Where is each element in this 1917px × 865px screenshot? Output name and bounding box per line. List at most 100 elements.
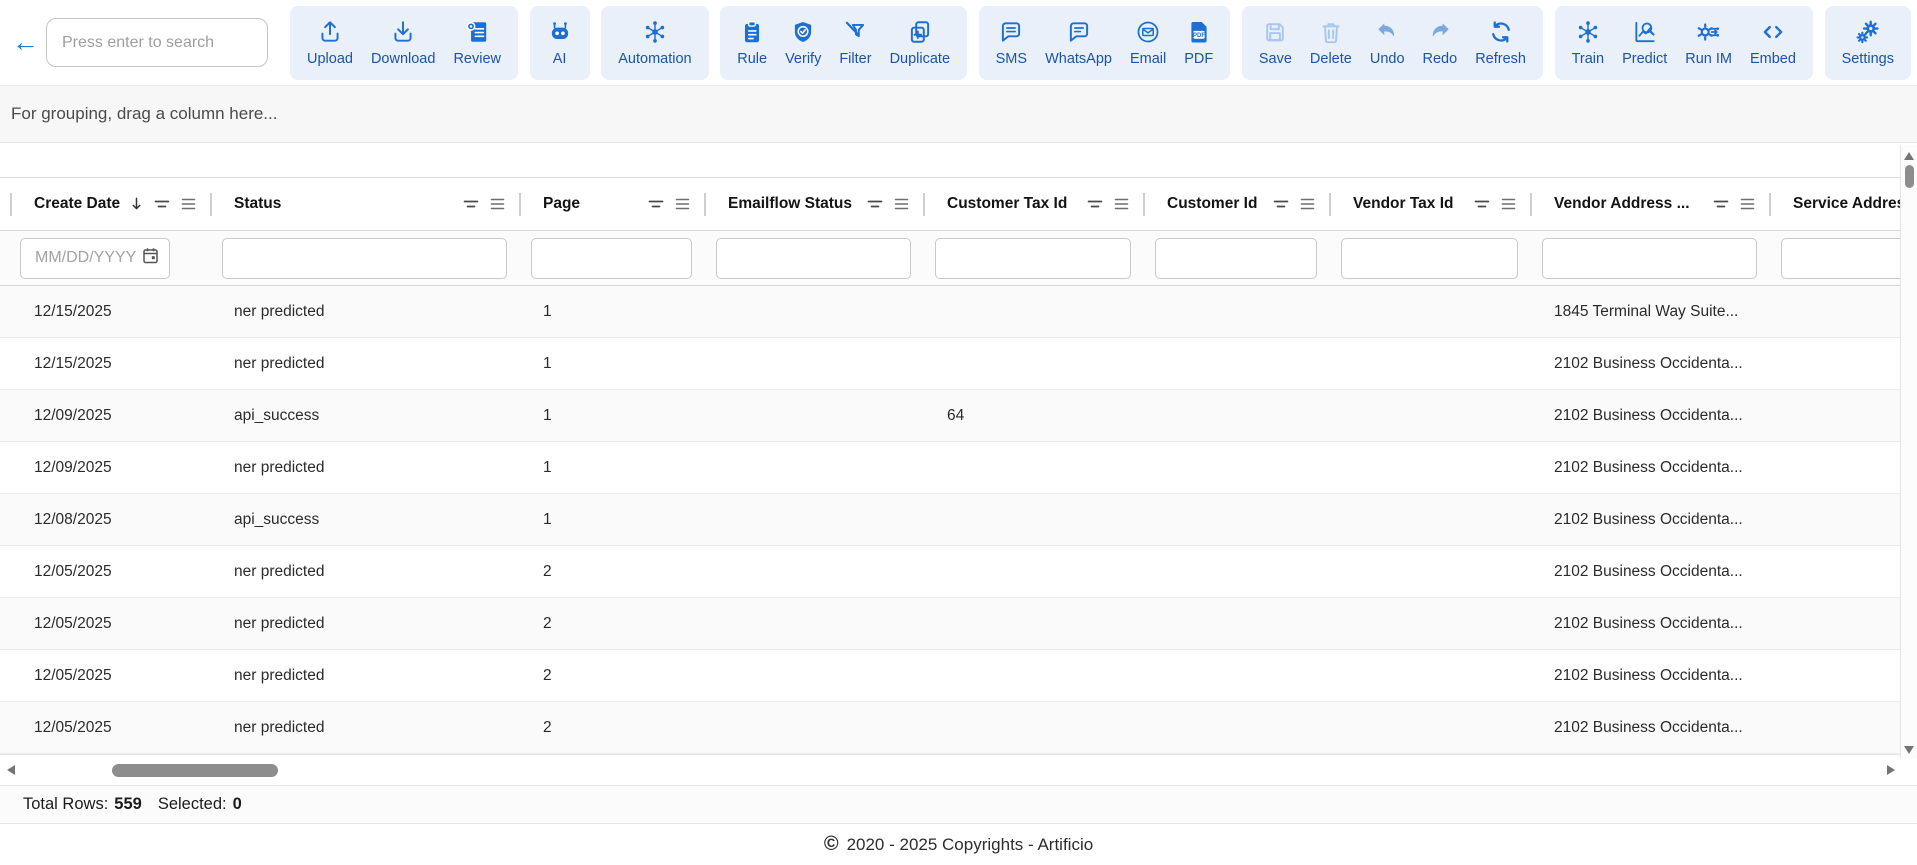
cell-page: 1 [519, 303, 704, 321]
column-header-service_address[interactable]: Service Address ... [1769, 178, 1900, 230]
toolbar-button-refresh[interactable]: Refresh [1466, 17, 1535, 69]
toolbar-button-rule[interactable]: Rule [728, 17, 776, 69]
back-button[interactable]: ← [12, 29, 46, 56]
column-header-create_date[interactable]: Create Date [10, 178, 210, 230]
grouping-bar-text: For grouping, drag a column here... [11, 104, 277, 124]
toolbar-button-undo[interactable]: Undo [1361, 17, 1414, 69]
table-row[interactable]: 12/05/2025ner predicted22102 Business Oc… [0, 702, 1900, 754]
filter-input-customer_tax_id[interactable] [935, 238, 1131, 279]
column-header-emailflow_status[interactable]: Emailflow Status [704, 178, 923, 230]
column-menu-icon[interactable] [894, 197, 909, 211]
table-row[interactable]: 12/08/2025api_success12102 Business Occi… [0, 494, 1900, 546]
toolbar-button-sms[interactable]: SMS [987, 17, 1036, 69]
toolbar-button-embed[interactable]: Embed [1741, 17, 1805, 69]
table-row[interactable]: 12/09/2025api_success1642102 Business Oc… [0, 390, 1900, 442]
status-bar: Total Rows: 559 Selected: 0 [0, 786, 1917, 824]
column-header-icons [1265, 197, 1329, 211]
grouping-bar[interactable]: For grouping, drag a column here... [0, 86, 1917, 143]
toolbar-button-save[interactable]: Save [1250, 17, 1301, 69]
column-menu-icon[interactable] [490, 197, 505, 211]
filter-input-vendor_address[interactable] [1542, 238, 1757, 279]
scroll-left-arrow-icon[interactable] [7, 765, 15, 775]
column-header-icons [859, 197, 923, 211]
toolbar-button-review[interactable]: Review [444, 17, 510, 69]
toolbar-button-label: Train [1572, 51, 1605, 67]
toolbar-button-redo[interactable]: Redo [1414, 17, 1467, 69]
table-row[interactable]: 12/05/2025ner predicted22102 Business Oc… [0, 598, 1900, 650]
date-filter-input[interactable]: MM/DD/YYYY [20, 238, 170, 279]
toolbar-button-automation[interactable]: Automation [609, 17, 700, 69]
toolbar-button-email[interactable]: Email [1121, 17, 1175, 69]
toolbar-button-label: Filter [839, 51, 871, 67]
header-filter-icon[interactable] [1713, 198, 1729, 210]
toolbar-button-run-im[interactable]: Run IM [1676, 17, 1741, 69]
table-row[interactable]: 12/05/2025ner predicted22102 Business Oc… [0, 650, 1900, 702]
toolbar-button-pdf[interactable]: PDFPDF [1175, 17, 1222, 69]
filter-input-service_address[interactable] [1781, 238, 1900, 279]
header-filter-icon[interactable] [648, 198, 664, 210]
settings-icon [1855, 19, 1881, 46]
toolbar-groups: UploadDownloadReview AI Automation Rule Veri… [290, 6, 1911, 80]
filter-input-status[interactable] [222, 238, 507, 279]
header-filter-icon[interactable] [1474, 198, 1490, 210]
horizontal-scrollbar[interactable] [0, 754, 1917, 786]
cell-page: 1 [519, 407, 704, 425]
cell-create_date: 12/15/2025 [10, 303, 210, 321]
scroll-down-arrow-icon[interactable] [1904, 746, 1914, 754]
column-menu-icon[interactable] [675, 197, 690, 211]
toolbar-button-ai[interactable]: AI [538, 17, 582, 69]
column-menu-icon[interactable] [181, 197, 196, 211]
column-header-vendor_address[interactable]: Vendor Address ... [1530, 178, 1769, 230]
column-header-customer_id[interactable]: Customer Id [1143, 178, 1329, 230]
toolbar-button-train[interactable]: Train [1563, 17, 1614, 69]
vertical-scrollbar[interactable] [1900, 145, 1917, 758]
toolbar-button-download[interactable]: Download [362, 17, 445, 69]
column-menu-icon[interactable] [1114, 197, 1129, 211]
table-row[interactable]: 12/15/2025ner predicted12102 Business Oc… [0, 338, 1900, 390]
scroll-right-arrow-icon[interactable] [1887, 765, 1895, 775]
toolbar-button-duplicate[interactable]: Duplicate [881, 17, 959, 69]
cell-create_date: 12/09/2025 [10, 407, 210, 425]
vertical-scrollbar-thumb[interactable] [1905, 165, 1914, 188]
toolbar-button-whatsapp[interactable]: WhatsApp [1036, 17, 1121, 69]
toolbar-button-verify[interactable]: Verify [776, 17, 830, 69]
toolbar-button-predict[interactable]: Predict [1613, 17, 1676, 69]
table-row[interactable]: 12/09/2025ner predicted12102 Business Oc… [0, 442, 1900, 494]
toolbar-button-upload[interactable]: Upload [298, 17, 362, 69]
filter-input-page[interactable] [531, 238, 692, 279]
toolbar-button-filter[interactable]: Filter [830, 17, 880, 69]
sort-descending-icon[interactable] [130, 196, 143, 212]
header-filter-icon[interactable] [867, 198, 883, 210]
toolbar-button-settings[interactable]: Settings [1833, 17, 1903, 69]
filter-input-vendor_tax_id[interactable] [1341, 238, 1518, 279]
table-row[interactable]: 12/05/2025ner predicted22102 Business Oc… [0, 546, 1900, 598]
scroll-up-arrow-icon[interactable] [1904, 152, 1914, 160]
column-header-vendor_tax_id[interactable]: Vendor Tax Id [1329, 178, 1530, 230]
column-menu-icon[interactable] [1501, 197, 1516, 211]
column-header-label: Customer Tax Id [947, 195, 1067, 213]
run-im-icon [1696, 19, 1722, 46]
column-header-page[interactable]: Page [519, 178, 704, 230]
table-row[interactable]: 12/15/2025ner predicted11845 Terminal Wa… [0, 286, 1900, 338]
header-filter-icon[interactable] [154, 198, 170, 210]
grid-body: 12/15/2025ner predicted11845 Terminal Wa… [0, 286, 1900, 754]
column-header-customer_tax_id[interactable]: Customer Tax Id [923, 178, 1143, 230]
toolbar-button-label: Verify [785, 51, 821, 67]
toolbar-button-delete[interactable]: Delete [1301, 17, 1361, 69]
header-filter-icon[interactable] [463, 198, 479, 210]
column-menu-icon[interactable] [1300, 197, 1315, 211]
cell-page: 2 [519, 719, 704, 737]
column-header-label: Customer Id [1167, 195, 1257, 213]
search-input[interactable] [46, 18, 268, 67]
column-header-status[interactable]: Status [210, 178, 519, 230]
header-filter-icon[interactable] [1273, 198, 1289, 210]
column-menu-icon[interactable] [1740, 197, 1755, 211]
filter-cell-customer_id [1143, 238, 1329, 279]
horizontal-scrollbar-thumb[interactable] [112, 764, 278, 777]
selected-value: 0 [233, 795, 242, 814]
calendar-icon[interactable] [142, 247, 159, 269]
filter-input-emailflow_status[interactable] [716, 238, 911, 279]
cell-vendor_address: 2102 Business Occidenta... [1530, 615, 1769, 633]
filter-input-customer_id[interactable] [1155, 238, 1317, 279]
header-filter-icon[interactable] [1087, 198, 1103, 210]
